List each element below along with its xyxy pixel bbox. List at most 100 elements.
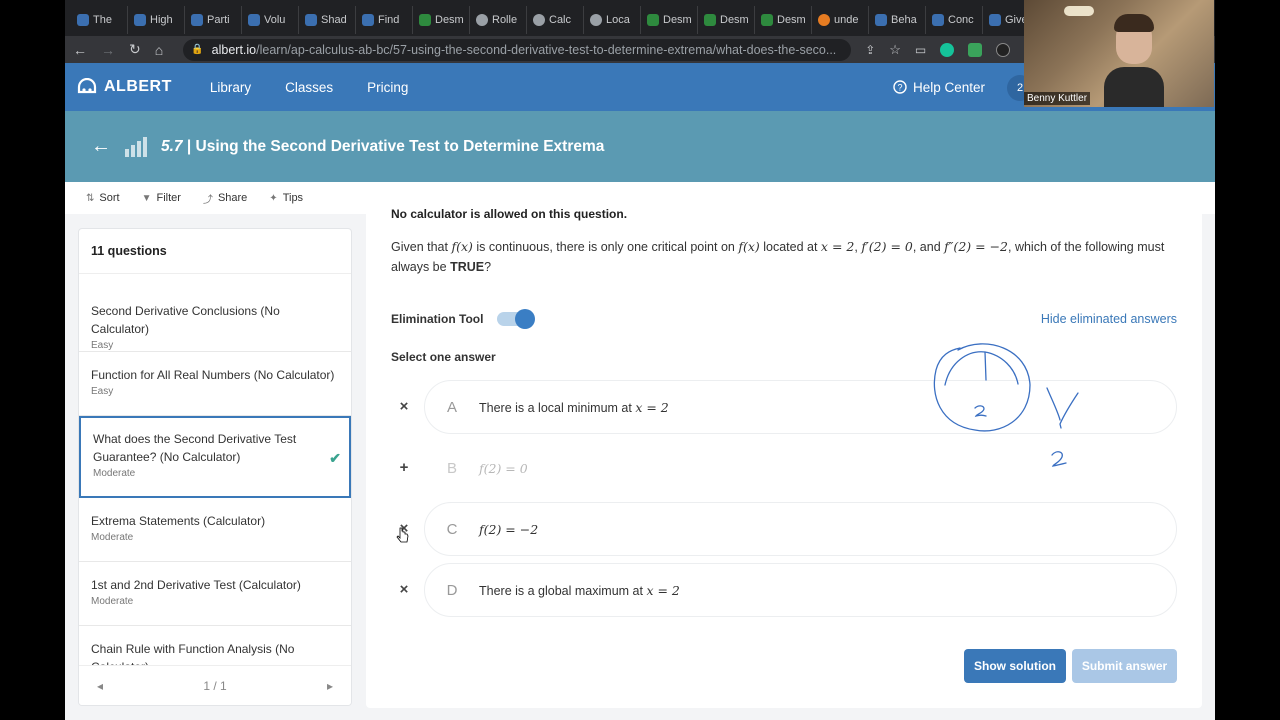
- tab-label: Rolle: [492, 14, 518, 26]
- browser-tab[interactable]: Beha: [869, 6, 926, 34]
- tab-favicon-icon: [590, 14, 602, 26]
- tab-favicon-icon: [476, 14, 488, 26]
- filter-button[interactable]: ▼ Filter: [142, 192, 181, 204]
- answer-option-b: + B f(2) = 0: [391, 441, 1177, 495]
- question-item[interactable]: Function for All Real Numbers (No Calcul…: [79, 352, 351, 416]
- tab-favicon-icon: [362, 14, 374, 26]
- question-title: Chain Rule with Function Analysis (No Ca…: [91, 642, 295, 667]
- tab-favicon-icon: [875, 14, 887, 26]
- browser-tab[interactable]: unde: [812, 6, 869, 34]
- pen-extension-icon[interactable]: [996, 42, 1011, 57]
- nav-library[interactable]: Library: [210, 80, 251, 95]
- tab-favicon-icon: [77, 14, 89, 26]
- browser-tab[interactable]: Shad: [299, 6, 356, 34]
- tips-button[interactable]: ✦ Tips: [269, 192, 303, 204]
- help-center-link[interactable]: ? Help Center: [893, 63, 985, 111]
- elimination-tool-row: Elimination Tool Hide eliminated answers: [391, 307, 1177, 331]
- question-toolbar: ⇅ Sort ▼ Filter ⤴ Share ✦ Tips: [65, 182, 1215, 214]
- url-host: albert.io: [211, 42, 257, 57]
- back-icon[interactable]: ←: [73, 42, 87, 58]
- reader-icon[interactable]: ▭: [915, 43, 926, 57]
- browser-tab[interactable]: Parti: [185, 6, 242, 34]
- question-difficulty: Moderate: [91, 596, 134, 607]
- restore-icon[interactable]: +: [396, 460, 412, 476]
- home-icon[interactable]: ⌂: [155, 42, 163, 58]
- hide-eliminated-link[interactable]: Hide eliminated answers: [1041, 312, 1177, 326]
- prompt-math: f(x): [738, 239, 760, 254]
- nav-pricing[interactable]: Pricing: [367, 80, 408, 95]
- browser-tab[interactable]: Loca: [584, 6, 641, 34]
- prompt-math: f″(2) = −2: [944, 239, 1008, 254]
- lesson-number: 5.7: [161, 137, 183, 155]
- question-item[interactable]: 1st and 2nd Derivative Test (Calculator)…: [79, 562, 351, 626]
- question-title: Extrema Statements (Calculator): [91, 514, 266, 528]
- browser-tab[interactable]: Rolle: [470, 6, 527, 34]
- sort-label: Sort: [99, 192, 120, 204]
- nav-classes[interactable]: Classes: [285, 80, 333, 95]
- forward-icon[interactable]: →: [101, 42, 115, 58]
- browser-tab[interactable]: Conc: [926, 6, 983, 34]
- browser-tab[interactable]: Desm: [413, 6, 470, 34]
- prompt-emphasis: TRUE: [450, 260, 485, 274]
- help-icon: ?: [893, 80, 907, 94]
- option-text: f(2) = −2: [479, 522, 538, 537]
- answer-card-eliminated[interactable]: B f(2) = 0: [424, 441, 1177, 495]
- share-page-icon[interactable]: ⇪: [865, 43, 875, 57]
- url-bar[interactable]: 🔒 albert.io/learn/ap-calculus-ab-bc/57-u…: [183, 38, 852, 61]
- question-item[interactable]: Second Derivative Conclusions (No Calcul…: [79, 288, 351, 352]
- shield-extension-icon[interactable]: [968, 42, 983, 57]
- tab-label: Beha: [891, 14, 917, 26]
- prompt-math: f′(2) = 0: [861, 239, 913, 254]
- sort-button[interactable]: ⇅ Sort: [86, 192, 120, 204]
- option-text: There is a global maximum at x = 2: [479, 583, 680, 598]
- tab-favicon-icon: [248, 14, 260, 26]
- answer-option-c: × C f(2) = −2: [391, 502, 1177, 556]
- share-button[interactable]: ⤴ Share: [203, 191, 247, 206]
- eliminate-icon[interactable]: ×: [396, 399, 412, 415]
- next-page-icon[interactable]: ▸: [327, 679, 333, 693]
- answer-option-a: × A There is a local minimum at x = 2: [391, 380, 1177, 434]
- eliminate-icon[interactable]: ×: [396, 582, 412, 598]
- prev-page-icon[interactable]: ◂: [97, 679, 103, 693]
- back-arrow-icon[interactable]: ←: [91, 135, 111, 158]
- svg-text:?: ?: [897, 83, 902, 93]
- webcam-name-label: Benny Kuttler: [1024, 92, 1091, 105]
- share-label: Share: [217, 192, 248, 204]
- show-solution-button[interactable]: Show solution: [964, 649, 1066, 683]
- option-math: x = 2: [635, 399, 669, 415]
- browser-tab[interactable]: Desm: [755, 6, 812, 34]
- question-item[interactable]: Extrema Statements (Calculator) Moderate: [79, 498, 351, 562]
- prompt-math: f(x): [451, 239, 473, 254]
- browser-tab[interactable]: The: [71, 6, 128, 34]
- browser-tab[interactable]: Find: [356, 6, 413, 34]
- prompt-text: Given that: [391, 240, 452, 254]
- browser-tab[interactable]: Desm: [641, 6, 698, 34]
- elimination-tool-label: Elimination Tool: [391, 312, 484, 326]
- elimination-toggle[interactable]: [497, 309, 536, 329]
- albert-logo[interactable]: ALBERT: [76, 78, 172, 96]
- question-title: 1st and 2nd Derivative Test (Calculator): [91, 578, 301, 592]
- tab-favicon-icon: [932, 14, 944, 26]
- answer-card[interactable]: D There is a global maximum at x = 2: [424, 563, 1177, 617]
- browser-tab[interactable]: Calc: [527, 6, 584, 34]
- question-item[interactable]: Chain Rule with Function Analysis (No Ca…: [79, 626, 351, 667]
- tab-label: Loca: [606, 14, 630, 26]
- tab-favicon-icon: [305, 14, 317, 26]
- tab-favicon-icon: [191, 14, 203, 26]
- browser-tab[interactable]: Desm: [698, 6, 755, 34]
- reload-icon[interactable]: ↻: [129, 41, 141, 58]
- submit-answer-button[interactable]: Submit answer: [1072, 649, 1177, 683]
- question-item-active[interactable]: What does the Second Derivative Test Gua…: [79, 416, 351, 498]
- prompt-text: , and: [912, 240, 945, 254]
- grammarly-extension-icon[interactable]: [940, 42, 955, 57]
- option-letter: D: [446, 581, 458, 599]
- answer-card[interactable]: A There is a local minimum at x = 2: [424, 380, 1177, 434]
- tab-label: unde: [834, 14, 859, 26]
- browser-tab[interactable]: Volu: [242, 6, 299, 34]
- browser-tab[interactable]: High: [128, 6, 185, 34]
- answer-card[interactable]: C f(2) = −2: [424, 502, 1177, 556]
- calculator-note: No calculator is allowed on this questio…: [391, 207, 628, 221]
- tab-label: Calc: [549, 14, 572, 26]
- bookmark-star-icon[interactable]: ☆: [889, 42, 901, 58]
- question-panel: No calculator is allowed on this questio…: [366, 207, 1202, 708]
